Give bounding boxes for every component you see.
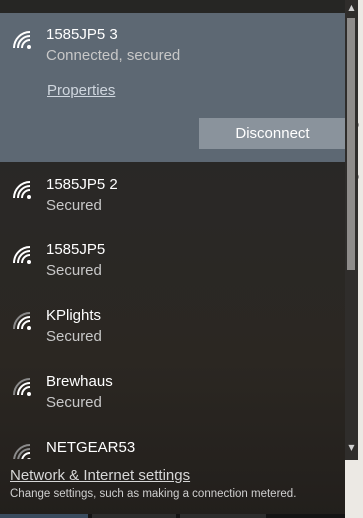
- wifi-flyout: 1585JP5 3 Connected, secured Properties …: [0, 0, 345, 518]
- network-settings-description: Change settings, such as making a connec…: [10, 488, 297, 500]
- properties-link[interactable]: Properties: [47, 82, 115, 99]
- network-item[interactable]: 1585JP5 Secured: [0, 241, 345, 303]
- network-status: Secured: [46, 262, 102, 279]
- network-ssid: Brewhaus: [46, 373, 113, 390]
- network-item[interactable]: KPlights Secured: [0, 307, 345, 369]
- wifi-signal-icon: [13, 378, 31, 396]
- network-ssid: 1585JP5 2: [46, 176, 118, 193]
- network-status: Secured: [46, 197, 102, 214]
- wifi-signal-icon: [13, 246, 31, 264]
- disconnect-button[interactable]: Disconnect: [199, 118, 345, 149]
- connected-network-panel[interactable]: 1585JP5 3 Connected, secured Properties …: [0, 13, 345, 162]
- network-item-connected[interactable]: 1585JP5 3 Connected, secured: [0, 26, 345, 88]
- network-ssid: 1585JP5 3: [46, 26, 118, 43]
- network-item[interactable]: Brewhaus Secured: [0, 373, 345, 435]
- scroll-down-arrow-icon[interactable]: ▼: [345, 441, 358, 455]
- network-item[interactable]: 1585JP5 2 Secured: [0, 176, 345, 238]
- network-item[interactable]: NETGEAR53: [0, 439, 345, 459]
- network-settings-link[interactable]: Network & Internet settings: [10, 467, 190, 484]
- network-ssid: NETGEAR53: [46, 439, 136, 456]
- network-ssid: KPlights: [46, 307, 102, 324]
- scroll-up-arrow-icon[interactable]: ▲: [345, 1, 358, 15]
- wifi-signal-icon: [13, 31, 31, 49]
- taskbar-edge: [0, 514, 345, 518]
- network-list-scrollbar[interactable]: ▲ ▼: [345, 0, 358, 460]
- wifi-signal-icon: [13, 312, 31, 330]
- network-status: Secured: [46, 328, 102, 345]
- scrollbar-thumb[interactable]: [347, 18, 355, 270]
- network-status: Secured: [46, 394, 102, 411]
- wifi-signal-icon: [13, 444, 31, 459]
- wifi-signal-icon: [13, 181, 31, 199]
- network-ssid: 1585JP5: [46, 241, 106, 258]
- network-status: Connected, secured: [46, 47, 181, 64]
- flyout-footer: Network & Internet settings Change setti…: [0, 458, 345, 518]
